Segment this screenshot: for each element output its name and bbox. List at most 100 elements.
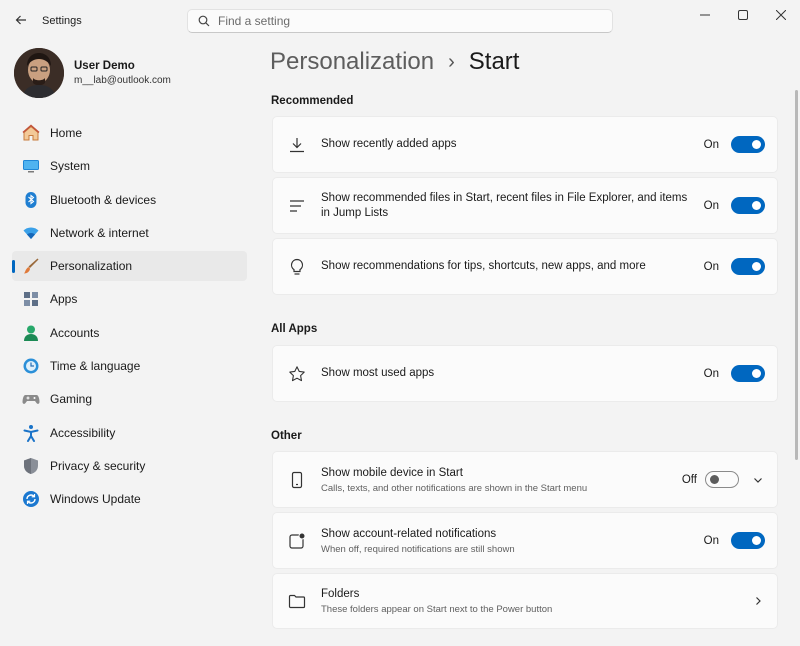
sidebar-item-label: Windows Update (50, 492, 141, 507)
brush-icon (22, 257, 40, 275)
setting-tips-recommendations[interactable]: Show recommendations for tips, shortcuts… (272, 238, 778, 295)
back-arrow-icon (15, 15, 26, 25)
minimize-icon (700, 14, 710, 16)
folder-icon (287, 591, 307, 611)
setting-title: Show mobile device in Start (321, 466, 463, 479)
sidebar-item-privacy-security[interactable]: Privacy & security (12, 451, 247, 481)
sidebar-item-label: Apps (50, 292, 78, 307)
toggle-state-label: On (703, 138, 719, 151)
setting-description: When off, required notifications are sti… (321, 543, 515, 555)
account-notifications-toggle[interactable] (731, 532, 765, 549)
chevron-right-icon[interactable] (751, 594, 765, 608)
toggle-state-label: On (703, 367, 719, 380)
sidebar-item-label: Home (50, 126, 83, 140)
network-icon (22, 224, 40, 242)
sidebar-item-system[interactable]: System (12, 151, 247, 181)
mobile-device-toggle[interactable] (705, 471, 739, 488)
tips-toggle[interactable] (731, 258, 765, 275)
section-title-recommended: Recommended (271, 95, 354, 107)
toggle-state-label: On (703, 534, 719, 547)
window-controls (686, 0, 800, 30)
avatar (14, 48, 64, 98)
setting-title: Show account-related notifications (321, 527, 497, 540)
recommended-files-toggle[interactable] (731, 197, 765, 214)
setting-title-line-1: Show recommended files in Start, recent … (321, 191, 688, 204)
sidebar-item-accessibility[interactable]: Accessibility (12, 418, 247, 448)
setting-title: Show recently added apps (321, 138, 457, 150)
sidebar-item-label: System (50, 159, 91, 174)
shield-icon (22, 457, 40, 475)
title-bar: Settings (0, 0, 800, 40)
most-used-toggle[interactable] (731, 365, 765, 382)
sidebar-item-apps[interactable]: Apps (12, 284, 247, 314)
sidebar-item-accounts[interactable]: Accounts (12, 318, 247, 348)
time-language-icon (22, 357, 40, 375)
sidebar-item-label: Privacy & security (50, 458, 146, 473)
sidebar-item-label: Bluetooth & devices (50, 192, 157, 207)
sidebar-item-bluetooth[interactable]: Bluetooth & devices (12, 185, 247, 215)
scrollbar[interactable] (795, 90, 798, 460)
setting-description: These folders appear on Start next to th… (321, 604, 553, 615)
sidebar-item-label: Time & language (50, 359, 141, 374)
breadcrumb-separator: › (448, 50, 455, 73)
search-box[interactable] (187, 9, 613, 33)
setting-title: Show most used apps (321, 367, 435, 379)
setting-account-notifications[interactable]: Show account-related notifications When … (272, 512, 778, 569)
accounts-icon (22, 324, 40, 342)
sidebar-item-label: Personalization (50, 259, 133, 274)
sidebar-item-label: Network & internet (50, 225, 149, 240)
sidebar-item-home[interactable]: Home (12, 118, 247, 148)
lightbulb-icon (287, 257, 307, 277)
system-icon (22, 157, 40, 175)
toggle-state-label: On (703, 260, 719, 273)
bluetooth-icon (22, 191, 40, 209)
user-profile[interactable]: User Demo m__lab@outlook.com (14, 48, 171, 98)
sidebar-item-label: Accounts (50, 325, 100, 340)
section-title-other: Other (271, 430, 302, 442)
toggle-state-label: Off (681, 473, 697, 486)
sidebar-item-label: Accessibility (50, 425, 116, 440)
gaming-icon (22, 390, 40, 408)
maximize-button[interactable] (724, 0, 762, 30)
sidebar-item-time-language[interactable]: Time & language (12, 351, 247, 381)
phone-icon (287, 470, 307, 490)
sidebar-item-windows-update[interactable]: Windows Update (12, 484, 247, 514)
recently-added-toggle[interactable] (731, 136, 765, 153)
minimize-button[interactable] (686, 0, 724, 30)
setting-title: Folders (321, 588, 360, 600)
setting-mobile-device[interactable]: Show mobile device in Start Calls, texts… (272, 451, 778, 508)
setting-title: Show recommendations for tips, shortcuts… (321, 260, 646, 272)
sidebar-item-gaming[interactable]: Gaming (12, 384, 247, 414)
list-icon (287, 196, 307, 216)
search-icon (198, 15, 210, 27)
accessibility-icon (22, 424, 40, 442)
setting-description: Calls, texts, and other notifications ar… (321, 482, 588, 494)
back-button[interactable] (8, 8, 34, 32)
maximize-icon (738, 10, 748, 20)
setting-recently-added-apps[interactable]: Show recently added apps On (272, 116, 778, 173)
star-icon (287, 364, 307, 384)
setting-recommended-files[interactable]: Show recommended files in Start, recent … (272, 177, 778, 234)
setting-title-line-2: in Jump Lists (321, 206, 389, 219)
update-icon (22, 490, 40, 508)
chevron-down-icon[interactable] (751, 473, 765, 487)
close-button[interactable] (762, 0, 800, 30)
user-email: m__lab@outlook.com (74, 75, 171, 86)
setting-folders[interactable]: Folders These folders appear on Start ne… (272, 573, 778, 629)
sidebar-item-personalization[interactable]: Personalization (12, 251, 247, 282)
breadcrumb-parent[interactable]: Personalization (270, 48, 434, 76)
search-input[interactable] (218, 14, 598, 28)
apps-icon (22, 290, 40, 308)
toggle-state-label: On (703, 199, 719, 212)
sidebar-item-network[interactable]: Network & internet (12, 218, 247, 248)
breadcrumb: Personalization › Start (270, 48, 519, 76)
section-title-all-apps: All Apps (271, 323, 318, 335)
home-icon (22, 124, 40, 142)
app-title: Settings (42, 15, 82, 27)
close-icon (776, 10, 786, 20)
notification-badge-icon (287, 531, 307, 551)
sidebar-nav: Home System Bluetooth & devices Network … (12, 118, 247, 518)
page-title: Start (468, 48, 520, 75)
setting-most-used-apps[interactable]: Show most used apps On (272, 345, 778, 402)
user-name: User Demo (74, 60, 135, 72)
